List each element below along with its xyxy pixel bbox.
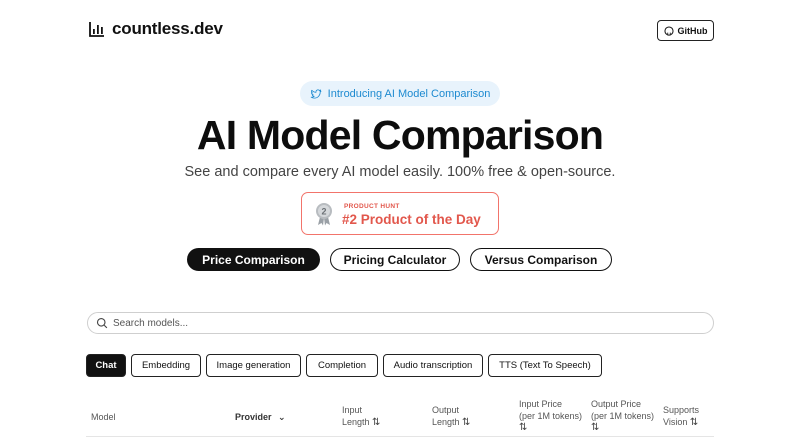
search-input[interactable]: [113, 317, 673, 329]
chevron-down-icon: ⌄: [278, 412, 286, 422]
category-tab-chat[interactable]: Chat: [86, 354, 126, 377]
announcement-badge[interactable]: Introducing AI Model Comparison: [300, 81, 500, 106]
column-header-model: Model: [91, 412, 116, 422]
github-button[interactable]: GitHub: [657, 20, 714, 41]
brand-name: countless.dev: [112, 19, 223, 38]
tab-price-comparison[interactable]: Price Comparison: [187, 248, 320, 271]
column-header-vision[interactable]: Supports Vision ⇅: [663, 404, 713, 429]
header-line: (per 1M tokens): [591, 411, 655, 421]
category-tab-tts[interactable]: TTS (Text To Speech): [488, 354, 602, 377]
header-line: Length: [432, 417, 460, 427]
header-line: Output: [432, 405, 460, 415]
header-line: Input Price: [519, 399, 563, 409]
announcement-label: Introducing AI Model Comparison: [327, 87, 491, 100]
sort-icon[interactable]: ⇅: [591, 422, 661, 434]
page-subtitle: See and compare every AI model easily. 1…: [184, 164, 616, 180]
page-title: AI Model Comparison: [196, 112, 604, 158]
sort-icon[interactable]: ⇅: [519, 422, 589, 434]
category-tab-audio-transcription[interactable]: Audio transcription: [383, 354, 483, 377]
product-hunt-rank: #2 Product of the Day: [342, 212, 481, 227]
tab-pricing-calculator[interactable]: Pricing Calculator: [330, 248, 460, 271]
column-header-input-length[interactable]: Input Length ⇅: [342, 404, 402, 429]
column-header-input-price[interactable]: Input Price (per 1M tokens) ⇅: [519, 398, 589, 434]
header-line: Length: [342, 417, 370, 427]
header-line: Output Price: [591, 399, 642, 409]
sort-icon[interactable]: ⇅: [690, 417, 698, 428]
twitter-icon: [310, 88, 322, 99]
provider-header-label: Provider: [235, 412, 272, 422]
search-bar[interactable]: [87, 312, 714, 334]
medal-icon: 2: [316, 203, 332, 226]
column-header-output-price[interactable]: Output Price (per 1M tokens) ⇅: [591, 398, 661, 434]
column-header-output-length[interactable]: Output Length ⇅: [432, 404, 492, 429]
table-divider: [86, 436, 714, 437]
product-hunt-badge[interactable]: 2 PRODUCT HUNT #2 Product of the Day: [301, 192, 499, 235]
github-label: GitHub: [677, 25, 708, 36]
bar-chart-icon: [89, 22, 104, 37]
svg-text:2: 2: [321, 207, 326, 217]
top-header: countless.dev GitHub: [0, 0, 800, 60]
category-tab-completion[interactable]: Completion: [306, 354, 378, 377]
product-hunt-label: PRODUCT HUNT: [344, 203, 400, 210]
github-icon: [663, 25, 674, 36]
column-header-provider[interactable]: Provider ⌄: [235, 411, 286, 423]
category-tab-embedding[interactable]: Embedding: [131, 354, 201, 377]
search-icon: [96, 317, 108, 329]
tab-versus-comparison[interactable]: Versus Comparison: [470, 248, 612, 271]
category-tab-image-generation[interactable]: Image generation: [206, 354, 301, 377]
header-line: Input: [342, 405, 363, 415]
brand-logo[interactable]: countless.dev: [88, 19, 223, 39]
header-line: Vision: [663, 417, 688, 427]
sort-icon[interactable]: ⇅: [462, 417, 470, 428]
header-line: Supports: [663, 405, 700, 415]
sort-icon[interactable]: ⇅: [372, 417, 380, 428]
header-line: (per 1M tokens): [519, 411, 583, 421]
